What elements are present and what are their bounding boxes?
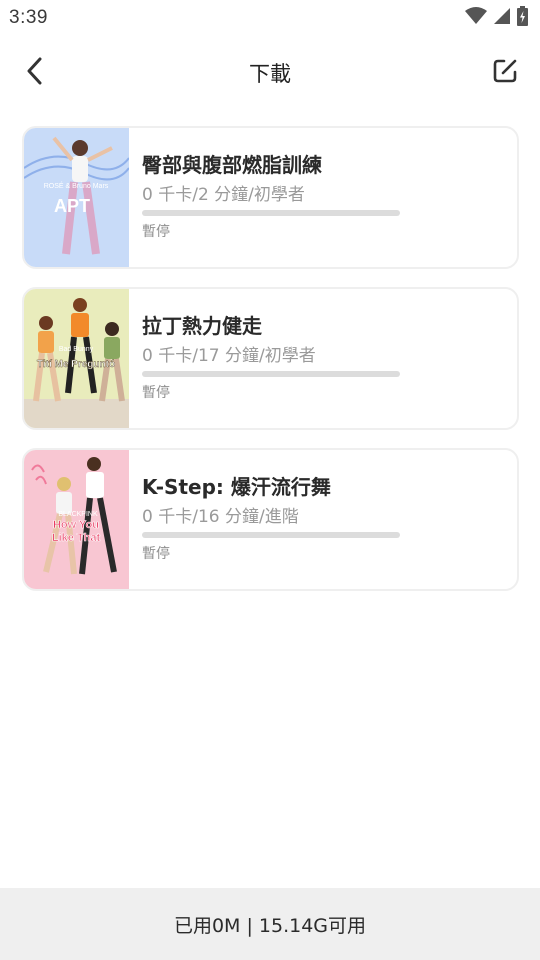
battery-charging-icon [517,6,528,30]
download-info: 臀部與腹部燃脂訓練 0 千卡/2 分鐘/初學者 暫停 [129,128,517,267]
app-header: 下載 [0,46,540,96]
edit-button[interactable] [490,56,520,86]
workout-meta: 0 千卡/16 分鐘/進階 [142,507,299,527]
download-item[interactable]: ROSÉ & Bruno Mars APT 臀部與腹部燃脂訓練 0 千卡/2 分… [22,126,519,269]
download-status: 暫停 [142,385,170,401]
status-bar: 3:39 [0,0,540,36]
download-progress-bar [142,532,400,538]
workout-meta: 0 千卡/17 分鐘/初學者 [142,346,316,366]
download-item[interactable]: BLACKPINK How You Like That K-Step: 爆汗流行… [22,448,519,591]
workout-title: K-Step: 爆汗流行舞 [142,475,331,499]
thumb-caption: ROSÉ & Bruno Mars [44,181,109,190]
workout-meta: 0 千卡/2 分鐘/初學者 [142,185,305,205]
download-progress-bar [142,210,400,216]
thumb-title: APT [54,196,90,216]
thumb-caption: Bad Bunny [59,346,94,353]
workout-title: 拉丁熱力健走 [142,314,262,338]
edit-square-icon [493,59,517,83]
thumb-caption: BLACKPINK [58,511,98,518]
storage-footer: 已用0M | 15.14G可用 [0,888,540,960]
status-icons [465,6,528,30]
download-progress-bar [142,371,400,377]
workout-thumbnail: BLACKPINK How You Like That [24,450,129,589]
download-status: 暫停 [142,224,170,240]
workout-thumbnail: ROSÉ & Bruno Mars APT [24,128,129,267]
thumb-title: Tití Me Preguntó [37,359,115,370]
download-info: K-Step: 爆汗流行舞 0 千卡/16 分鐘/進階 暫停 [129,450,517,589]
download-status: 暫停 [142,546,170,562]
wifi-icon [465,7,487,29]
download-info: 拉丁熱力健走 0 千卡/17 分鐘/初學者 暫停 [129,289,517,428]
download-item[interactable]: Bad Bunny Tití Me Preguntó 拉丁熱力健走 0 千卡/1… [22,287,519,430]
thumb-title-line1: How You [53,519,99,531]
workout-thumbnail: Bad Bunny Tití Me Preguntó [24,289,129,428]
storage-info: 已用0M | 15.14G可用 [173,914,367,937]
workout-title: 臀部與腹部燃脂訓練 [142,153,322,177]
download-list: ROSÉ & Bruno Mars APT 臀部與腹部燃脂訓練 0 千卡/2 分… [22,126,519,609]
thumb-title-line2: Like That [52,532,101,544]
page-title: 下載 [249,62,291,86]
status-time: 3:39 [9,7,48,28]
cellular-signal-icon [493,7,511,29]
